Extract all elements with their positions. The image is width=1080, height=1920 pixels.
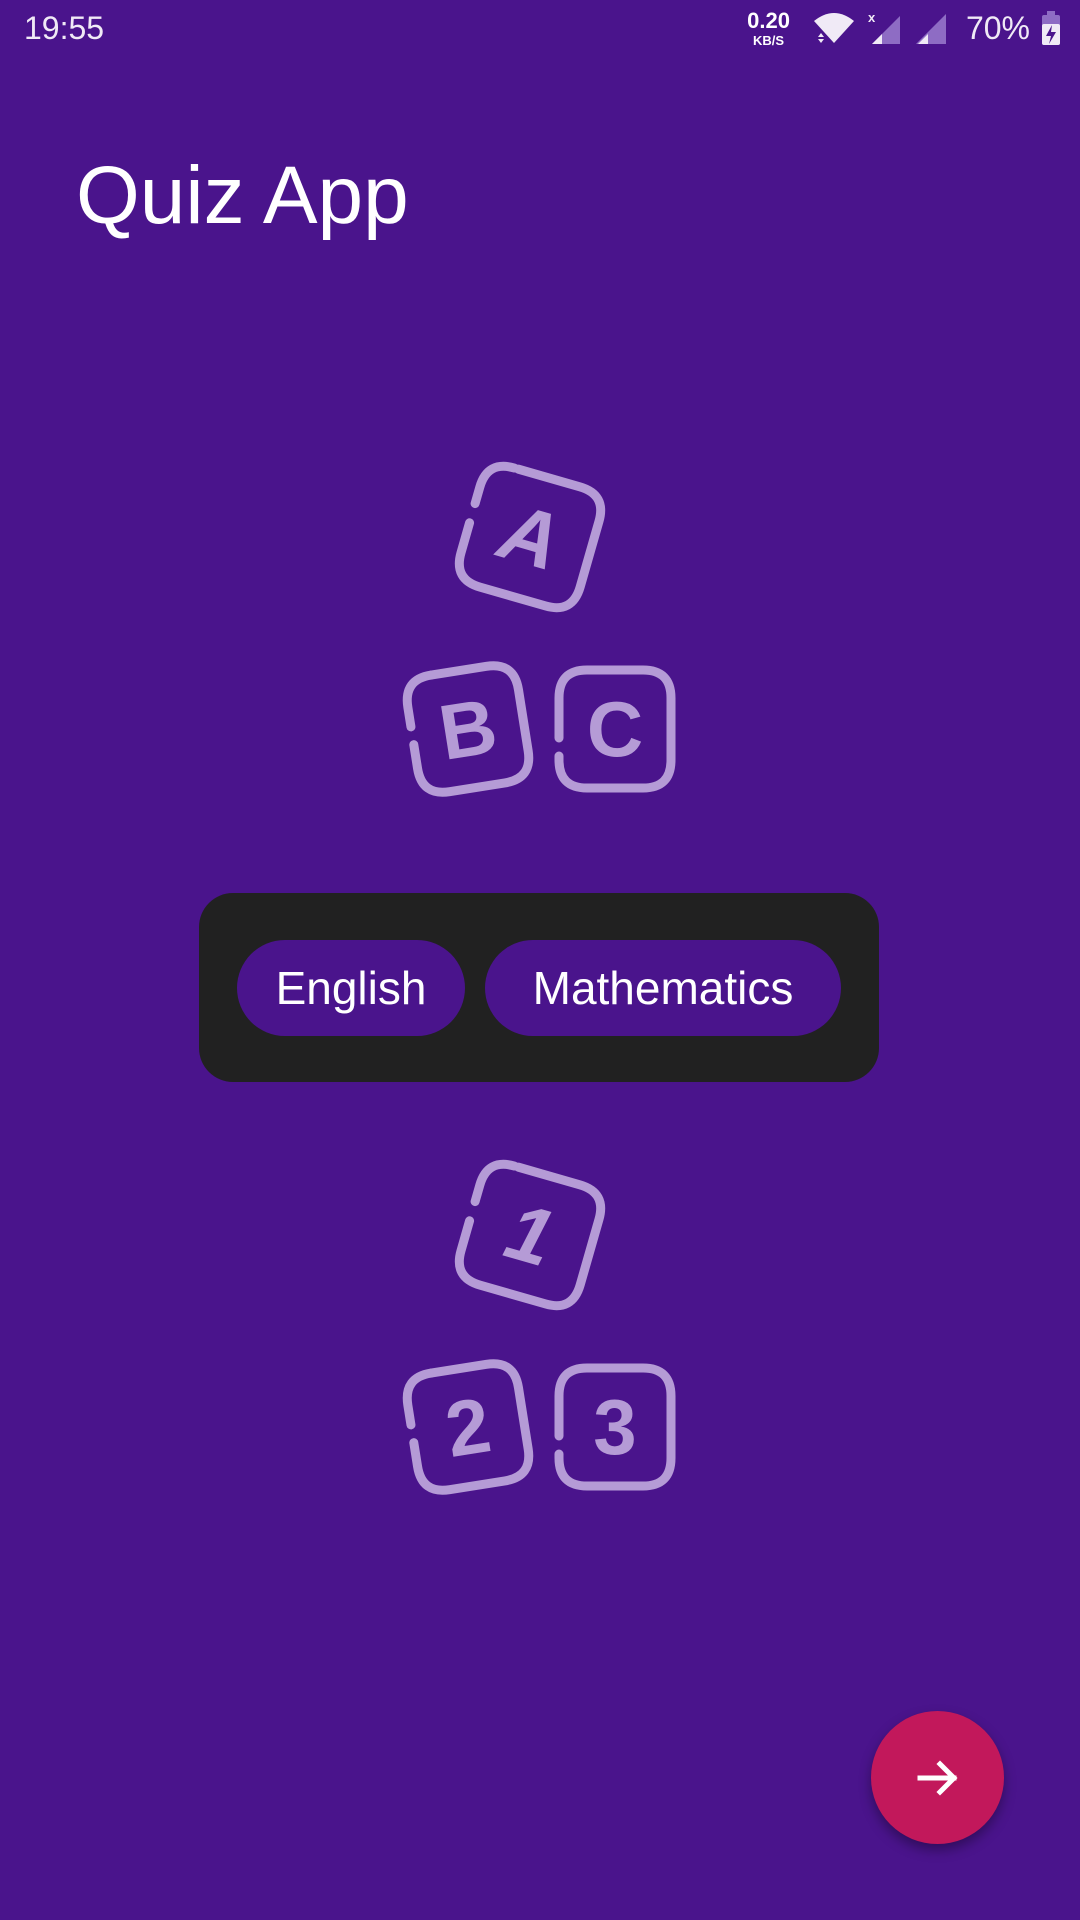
block-label-top: A — [488, 485, 570, 587]
block-label-left: B — [433, 681, 502, 777]
network-speed-unit: KB/S — [753, 32, 785, 48]
number-blocks-icon: 1 2 3 — [402, 1159, 676, 1495]
letter-blocks-icon: A B C — [402, 461, 676, 797]
wifi-icon — [813, 13, 854, 43]
mathematics-chip[interactable]: Mathematics — [485, 940, 841, 1036]
app-title: Quiz App — [76, 150, 409, 241]
next-fab-button[interactable] — [871, 1711, 1004, 1844]
battery-level: 70% — [965, 9, 1030, 46]
arrow-right-icon — [917, 1759, 958, 1796]
network-speed: 0.20 KB/S — [747, 7, 790, 48]
block-label-left: 2 — [440, 1380, 497, 1474]
signal-icon — [915, 14, 946, 44]
block-label-right: C — [587, 685, 643, 773]
block-label-right: 3 — [593, 1383, 636, 1471]
battery-charging-icon — [1042, 11, 1060, 45]
status-bar: 19:55 0.20 KB/S x 70% — [0, 0, 1080, 56]
block-label-top: 1 — [496, 1186, 563, 1284]
subject-selector: English Mathematics — [199, 893, 879, 1082]
svg-text:x: x — [868, 10, 876, 25]
status-icons: 0.20 KB/S x 70% — [747, 6, 1062, 50]
signal-icon: x — [868, 10, 900, 44]
status-time: 19:55 — [24, 10, 105, 46]
english-chip[interactable]: English — [237, 940, 465, 1036]
network-speed-value: 0.20 — [747, 7, 790, 33]
